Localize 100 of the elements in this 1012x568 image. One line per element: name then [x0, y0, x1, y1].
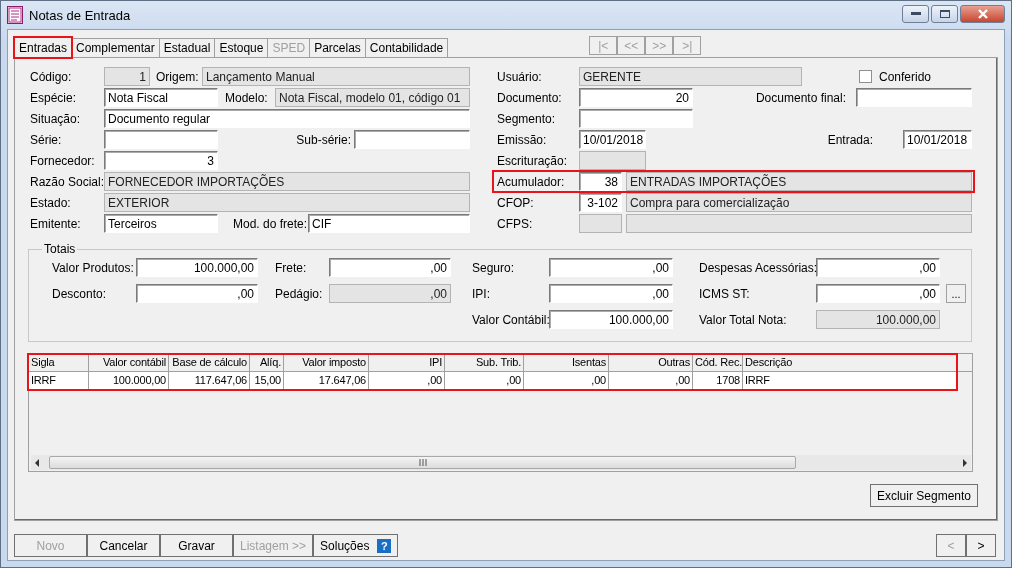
table-cell: IRRF	[743, 372, 957, 390]
field-label: Razão Social:	[30, 174, 105, 189]
close-button[interactable]	[960, 5, 1005, 23]
input-field[interactable]: ,00	[329, 284, 451, 303]
table-cell: 1708	[693, 372, 743, 390]
input-field[interactable]: Terceiros	[104, 214, 218, 233]
input-field[interactable]	[579, 109, 693, 128]
field-label: IPI:	[472, 286, 490, 301]
horizontal-scrollbar[interactable]	[31, 455, 971, 470]
field-label: Estado:	[30, 195, 71, 210]
input-field[interactable]: Lançamento Manual	[202, 67, 470, 86]
input-field[interactable]: ENTRADAS IMPORTAÇÕES	[626, 172, 972, 191]
tab[interactable]: Complementar	[71, 38, 160, 57]
input-field[interactable]: 100.000,00	[136, 258, 258, 277]
input-field[interactable]	[626, 214, 972, 233]
table-cell: 100.000,00	[89, 372, 169, 390]
window-title: Notas de Entrada	[29, 7, 131, 23]
field-label: Usuário:	[497, 69, 542, 84]
field-label: Escrituração:	[497, 153, 568, 168]
field-label: Pedágio:	[275, 286, 323, 301]
field-label: Desconto:	[52, 286, 107, 301]
input-field[interactable]: CIF	[308, 214, 470, 233]
tab[interactable]: Contabilidade	[364, 38, 449, 57]
field-label: Frete:	[275, 260, 307, 275]
field-label: Código:	[30, 69, 72, 84]
minimize-button[interactable]	[902, 5, 929, 23]
field-label: Documento:	[497, 90, 562, 105]
field-label: Seguro:	[472, 260, 515, 275]
input-field[interactable]: ,00	[549, 284, 673, 303]
action-button[interactable]: Cancelar	[87, 534, 160, 557]
scrollbar-thumb[interactable]	[49, 456, 796, 469]
field-label: Modelo:	[225, 90, 268, 105]
table-cell: 15,00	[250, 372, 284, 390]
table-cell: ,00	[524, 372, 609, 390]
help-icon: ?	[377, 538, 392, 553]
field-label: Segmento:	[497, 111, 556, 126]
action-button[interactable]: Gravar	[160, 534, 233, 557]
input-field[interactable]	[579, 214, 622, 233]
input-field[interactable]: EXTERIOR	[104, 193, 470, 212]
tab[interactable]: Entradas	[14, 37, 73, 58]
input-field[interactable]: 3	[104, 151, 218, 170]
field-label: ICMS ST:	[699, 286, 750, 301]
input-field[interactable]: 1	[104, 67, 150, 86]
table-cell: 117.647,06	[169, 372, 250, 390]
input-field[interactable]: 100.000,00	[816, 310, 940, 329]
field-label: Emitente:	[30, 216, 81, 231]
input-field[interactable]: 3-102	[579, 193, 622, 212]
input-field[interactable]	[579, 151, 646, 170]
input-field[interactable]	[104, 130, 218, 149]
field-label: CFPS:	[497, 216, 533, 231]
input-field[interactable]: Nota Fiscal, modelo 01, código 01	[275, 88, 470, 107]
field-label: Situação:	[30, 111, 81, 126]
conferido-checkbox[interactable]: Conferido	[859, 69, 932, 84]
field-label: Mod. do frete:	[233, 216, 308, 231]
field-label: Acumulador:	[497, 174, 565, 189]
field-label: CFOP:	[497, 195, 534, 210]
field-label: Documento final:	[755, 90, 846, 105]
maximize-button[interactable]	[931, 5, 958, 23]
input-field[interactable]	[354, 130, 470, 149]
input-field[interactable]: 20	[579, 88, 693, 107]
delete-segment-button[interactable]: Excluir Segmento	[869, 484, 978, 507]
field-label: Emissão:	[497, 132, 547, 147]
table-cell: 17.647,06	[284, 372, 369, 390]
input-field[interactable]: ,00	[136, 284, 258, 303]
field-label: Valor Total Nota:	[699, 312, 787, 327]
input-field[interactable]: 100.000,00	[549, 310, 673, 329]
tab[interactable]: Estoque	[214, 38, 269, 57]
input-field[interactable]: 38	[579, 172, 622, 191]
table-cell: ,00	[445, 372, 524, 390]
field-label: Origem:	[156, 69, 199, 84]
close-icon	[976, 9, 989, 19]
field-label: Despesas Acessórias:	[699, 260, 818, 275]
maximize-icon	[939, 10, 950, 18]
table-cell: ,00	[609, 372, 693, 390]
field-label: Fornecedor:	[30, 153, 95, 168]
input-field[interactable]: Documento regular	[104, 109, 470, 128]
input-field[interactable]: GERENTE	[579, 67, 802, 86]
table-cell: ,00	[369, 372, 445, 390]
field-label: Série:	[30, 132, 62, 147]
field-label: Sub-série:	[296, 132, 351, 147]
table-cell: IRRF	[29, 372, 89, 390]
input-field[interactable]: 10/01/2018	[579, 130, 646, 149]
input-field[interactable]: Nota Fiscal	[104, 88, 218, 107]
page-nav-button[interactable]: >	[966, 534, 996, 557]
input-field[interactable]: ,00	[816, 258, 940, 277]
input-field[interactable]: ,00	[329, 258, 451, 277]
field-label: Entrada:	[827, 132, 873, 147]
ellipsis-button[interactable]: ...	[946, 284, 966, 303]
input-field[interactable]: ,00	[549, 258, 673, 277]
input-field[interactable]: FORNECEDOR IMPORTAÇÕES	[104, 172, 470, 191]
input-field[interactable]	[856, 88, 972, 107]
group-title: Totais	[43, 242, 77, 256]
input-field[interactable]: 10/01/2018	[903, 130, 972, 149]
action-button[interactable]: Soluções ?	[313, 534, 399, 557]
input-field[interactable]: ,00	[816, 284, 940, 303]
field-label: Valor Produtos:	[52, 260, 134, 275]
field-label: Espécie:	[30, 90, 77, 105]
document-icon	[7, 6, 23, 24]
minimize-icon	[910, 12, 921, 16]
input-field[interactable]: Compra para comercialização	[626, 193, 972, 212]
